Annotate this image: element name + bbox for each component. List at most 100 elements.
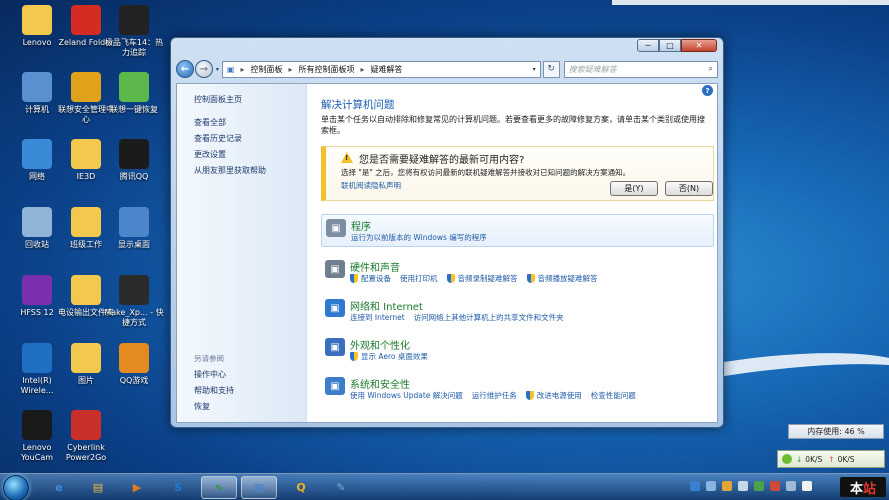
- category-links: 连接到 Internet 访问网络上其他计算机上的共享文件和文件夹: [350, 312, 573, 323]
- category-title[interactable]: 系统和安全性: [350, 376, 410, 391]
- category-3[interactable]: ▣ 外观和个性化 显示 Aero 桌面效果: [321, 334, 714, 367]
- no-button[interactable]: 否(N): [665, 181, 713, 196]
- desktop-icon[interactable]: 极品飞车14：热力追踪: [103, 5, 165, 58]
- upload-arrow-icon: ↑: [828, 454, 835, 464]
- category-title[interactable]: 外观和个性化: [350, 337, 410, 352]
- search-icon[interactable]: ⌕: [709, 64, 713, 74]
- taskbar-button[interactable]: ▦: [241, 476, 277, 499]
- category-4[interactable]: ▣ 系统和安全性 使用 Windows Update 解决问题 运行维护任务 改进电源使…: [321, 373, 714, 406]
- task-link-label: 检查性能问题: [590, 391, 636, 400]
- sidebar-link-settings[interactable]: 更改设置: [194, 149, 226, 160]
- sidebar-link-action-center[interactable]: 操作中心: [194, 369, 226, 380]
- privacy-statement-link[interactable]: 联机阅读隐私声明: [341, 180, 401, 191]
- desktop-icon[interactable]: Cyberlink Power2Go: [55, 410, 117, 463]
- uac-shield-icon: [525, 391, 534, 400]
- tray-icon[interactable]: [690, 481, 700, 491]
- yes-button[interactable]: 是(Y): [610, 181, 658, 196]
- tray-icon[interactable]: [706, 481, 716, 491]
- system-tray: [690, 481, 818, 491]
- tray-icon[interactable]: [722, 481, 732, 491]
- desktop-icon[interactable]: Make_Xp... - 快捷方式: [103, 275, 165, 328]
- uac-shield-icon: [350, 352, 358, 361]
- network-icon: [22, 139, 52, 169]
- help-icon[interactable]: ?: [702, 85, 713, 96]
- sidebar-link-home[interactable]: 控制面板主页: [194, 94, 242, 105]
- sidebar-link-recovery[interactable]: 恢复: [194, 401, 210, 412]
- sidebar: 控制面板主页 查看全部 查看历史记录 更改设置 从朋友那里获取帮助 另请参阅 操…: [177, 84, 307, 422]
- network-internet-icon: ▣: [325, 299, 345, 317]
- taskbar-button[interactable]: S: [160, 476, 196, 499]
- task-link-label: 音频录制疑难解答: [457, 274, 518, 283]
- category-0[interactable]: ▣ 程序 运行为以前版本的 Windows 编写的程序: [321, 214, 714, 247]
- desktop-icon[interactable]: QQ游戏: [103, 343, 165, 386]
- ie-browser-icon: e: [55, 481, 63, 494]
- category-title[interactable]: 硬件和声音: [350, 259, 400, 274]
- volume-icon[interactable]: [802, 481, 812, 491]
- address-bar[interactable]: ▣ ▸ 控制面板 ▸ 所有控制面板项 ▸ 疑难解答 ▾: [221, 60, 541, 78]
- start-button[interactable]: [3, 475, 29, 500]
- desktop-icon[interactable]: 联想一键恢复: [103, 72, 165, 115]
- window-content: 控制面板主页 查看全部 查看历史记录 更改设置 从朋友那里获取帮助 另请参阅 操…: [176, 83, 718, 423]
- desktop-icon-label: 联想一键恢复: [110, 105, 158, 114]
- wireless-icon: [22, 343, 52, 373]
- sidebar-link-view-all[interactable]: 查看全部: [194, 117, 226, 128]
- task-link[interactable]: 音频录制疑难解答: [446, 273, 518, 284]
- explorer-folder-icon: ▤: [92, 481, 104, 494]
- tray-icon[interactable]: [738, 481, 748, 491]
- refresh-button[interactable]: ↻: [542, 60, 560, 78]
- task-link[interactable]: 检查性能问题: [591, 390, 636, 401]
- search-input[interactable]: 搜索疑难解答 ⌕: [563, 60, 718, 78]
- category-2[interactable]: ▣ 网络和 Internet 连接到 Internet 访问网络上其他计算机上的共享文…: [321, 295, 714, 328]
- category-title[interactable]: 网络和 Internet: [350, 298, 423, 313]
- hfss-icon: [22, 275, 52, 305]
- task-link[interactable]: 使用打印机: [400, 273, 438, 284]
- tray-icon[interactable]: [786, 481, 796, 491]
- recent-pages-dropdown[interactable]: ▾: [216, 66, 219, 73]
- close-button[interactable]: ✕: [681, 39, 717, 52]
- desktop-icon[interactable]: 显示桌面: [103, 207, 165, 250]
- sidebar-link-friend-help[interactable]: 从朋友那里获取帮助: [194, 165, 266, 176]
- warning-icon: !: [341, 152, 353, 163]
- taskbar-button[interactable]: Q: [283, 476, 319, 499]
- taskbar-button[interactable]: ▶: [119, 476, 155, 499]
- breadcrumb-troubleshooting[interactable]: 疑难解答: [371, 64, 403, 75]
- task-link[interactable]: 运行维护任务: [472, 390, 517, 401]
- sidebar-link-history[interactable]: 查看历史记录: [194, 133, 242, 144]
- forward-button[interactable]: →: [194, 60, 213, 78]
- task-link-label: 使用打印机: [400, 274, 438, 283]
- task-link[interactable]: 连接到 Internet: [350, 312, 405, 323]
- task-link-label: 音频播放疑难解答: [537, 274, 598, 283]
- task-link[interactable]: 访问网络上其他计算机上的共享文件和文件夹: [414, 312, 564, 323]
- task-link[interactable]: 运行为以前版本的 Windows 编写的程序: [351, 232, 487, 243]
- address-dropdown-icon[interactable]: ▾: [533, 66, 536, 73]
- task-link[interactable]: 显示 Aero 桌面效果: [350, 351, 428, 362]
- taskbar-button[interactable]: ✎: [323, 476, 359, 499]
- maximize-button[interactable]: □: [659, 39, 681, 52]
- taskbar-button[interactable]: ▤: [80, 476, 116, 499]
- page-description: 单击某个任务以自动排除和修复常见的计算机问题。若要查看更多的故障修复方案，请单击…: [321, 115, 705, 135]
- site-logo: 本站: [840, 477, 886, 497]
- category-title[interactable]: 程序: [351, 218, 371, 233]
- tray-icon[interactable]: [754, 481, 764, 491]
- desktop-icon-label: Make_Xp... - 快捷方式: [104, 308, 164, 327]
- task-link[interactable]: 音频播放疑难解答: [526, 273, 598, 284]
- breadcrumb-control-panel[interactable]: 控制面板: [250, 64, 282, 75]
- webcam-icon: [22, 410, 52, 440]
- address-separator: ▸: [360, 64, 365, 74]
- address-separator: ▸: [288, 64, 293, 74]
- taskbar-button[interactable]: e: [41, 476, 77, 499]
- back-button[interactable]: ←: [176, 60, 194, 78]
- minimize-button[interactable]: ─: [637, 39, 659, 52]
- taskbar-button[interactable]: ∿: [201, 476, 237, 499]
- breadcrumb-all-items[interactable]: 所有控制面板项: [298, 64, 354, 75]
- desktop-icon[interactable]: 腾讯QQ: [103, 139, 165, 182]
- task-link[interactable]: 配置设备: [350, 273, 391, 284]
- sidebar-link-help-support[interactable]: 帮助和支持: [194, 385, 234, 396]
- task-link[interactable]: 改进电源使用: [525, 390, 582, 401]
- address-separator: ▸: [240, 64, 245, 74]
- tools-icon: ✎: [336, 481, 346, 494]
- category-1[interactable]: ▣ 硬件和声音 配置设备 使用打印机 音频录制疑难解答 音频播放疑难解答: [321, 256, 714, 289]
- task-link[interactable]: 使用 Windows Update 解决问题: [350, 390, 463, 401]
- task-link-label: 显示 Aero 桌面效果: [361, 352, 428, 361]
- tray-icon[interactable]: [770, 481, 780, 491]
